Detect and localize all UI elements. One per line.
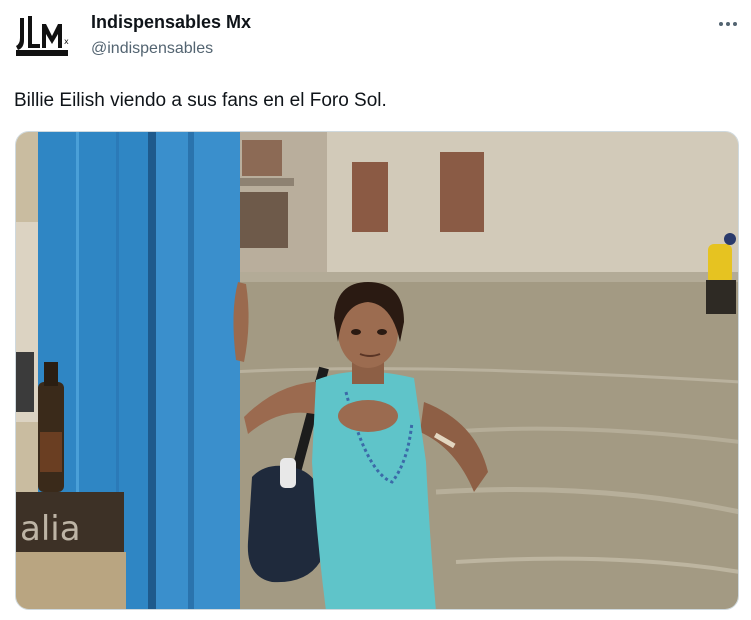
- building-window: [440, 152, 484, 232]
- tweet-text: Billie Eilish viendo a sus fans en el Fo…: [14, 90, 387, 111]
- flood-photo: alia: [16, 132, 738, 609]
- author-handle[interactable]: @indispensables: [91, 40, 213, 58]
- building-window: [352, 162, 388, 232]
- more-dots-icon: [719, 22, 737, 26]
- jlm-logo-icon: x: [16, 16, 69, 56]
- author-avatar[interactable]: x: [14, 10, 70, 60]
- more-options-button[interactable]: [714, 10, 742, 38]
- svg-text:x: x: [64, 37, 69, 46]
- distant-person: [708, 244, 732, 284]
- watermark-text: alia: [20, 509, 81, 549]
- tweet-photo[interactable]: alia: [15, 131, 739, 610]
- building-window: [236, 192, 288, 248]
- author-name[interactable]: Indispensables Mx: [91, 12, 251, 33]
- tweet-card: x Indispensables Mx @indispensables Bill…: [0, 0, 751, 620]
